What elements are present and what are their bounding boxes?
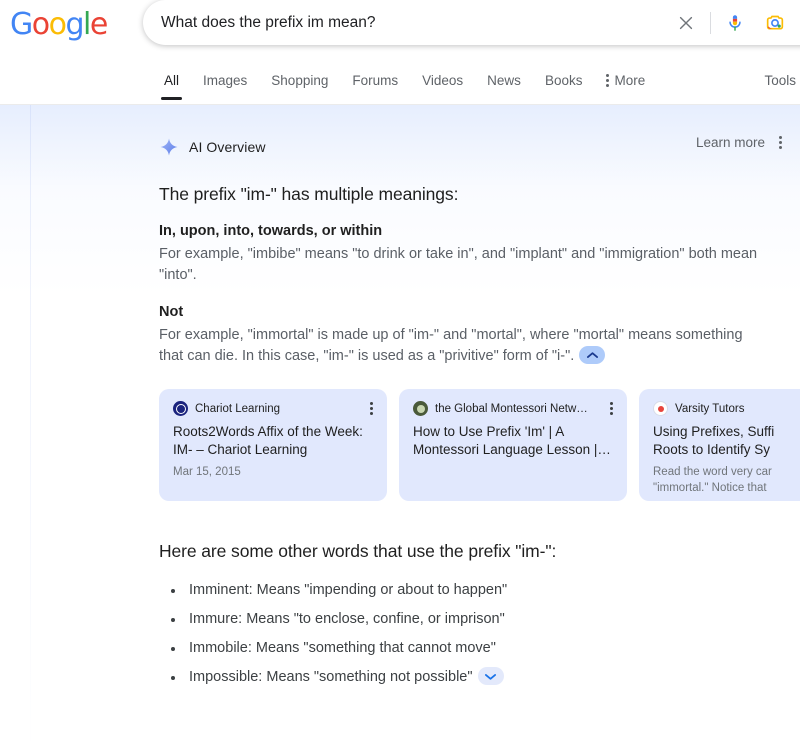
tab-label: News [487, 73, 521, 88]
ai-overview-header-actions: Learn more [696, 135, 782, 150]
list-item: Imminent: Means "impending or about to h… [159, 576, 800, 605]
tab-all[interactable]: All [160, 62, 183, 100]
more-vert-icon [606, 74, 610, 87]
source-card-site: Chariot Learning [195, 402, 281, 415]
logo-letter: o [31, 7, 50, 42]
source-card[interactable]: Chariot Learning Roots2Words Affix of th… [159, 389, 387, 501]
tab-label: Images [203, 73, 248, 88]
source-card-title: How to Use Prefix 'Im' | A Montessori La… [413, 424, 611, 457]
microphone-icon[interactable] [715, 3, 755, 43]
list-item: Immure: Means "to enclose, confine, or i… [159, 605, 800, 634]
ai-section-body-2: For example, "immortal" is made up of "i… [159, 325, 759, 367]
tab-news[interactable]: News [487, 62, 521, 99]
ai-section-body-1: For example, "imbibe" means "to drink or… [159, 246, 758, 283]
list-item-text: Immure: Means "to enclose, confine, or i… [189, 611, 505, 627]
search-input[interactable] [143, 13, 666, 32]
tab-images[interactable]: Images [203, 62, 247, 99]
source-card[interactable]: the Global Montessori Netw… How to Use P… [399, 389, 627, 501]
list-item: Impossible: Means "something not possibl… [159, 663, 800, 692]
source-card-menu-icon[interactable] [610, 402, 613, 415]
montessori-favicon [413, 401, 428, 416]
source-card-header: Varsity Tutors [653, 401, 800, 416]
tools-button[interactable]: Tools [764, 62, 796, 99]
logo-letter: G [10, 7, 33, 42]
ai-section-subhead-1: In, upon, into, towards, or within [159, 223, 383, 239]
source-card-title: Using Prefixes, Suffi Roots to Identify … [653, 423, 800, 459]
learn-more-link[interactable]: Learn more [696, 135, 765, 150]
source-card-menu-icon[interactable] [370, 402, 373, 415]
tab-shopping[interactable]: Shopping [271, 62, 328, 99]
search-bar[interactable] [143, 0, 800, 45]
collapse-chevron-up-icon[interactable] [579, 346, 606, 365]
tab-videos[interactable]: Videos [422, 62, 463, 99]
source-card-site: the Global Montessori Netw… [435, 402, 588, 415]
source-card-header: the Global Montessori Netw… [413, 401, 613, 416]
expand-chevron-down-icon[interactable] [477, 667, 504, 686]
tab-label: Shopping [271, 73, 329, 88]
list-item: Immobile: Means "something that cannot m… [159, 634, 800, 663]
google-logo[interactable]: Google [10, 7, 108, 42]
tab-label: Books [544, 73, 583, 88]
divider [710, 11, 711, 34]
tab-label: Forums [352, 73, 399, 88]
source-card-snippet-line1: Read the word very car [653, 466, 772, 478]
logo-letter: g [65, 7, 84, 42]
google-lens-icon[interactable] [755, 3, 795, 43]
source-card-title-line1: Using Prefixes, Suffi [653, 424, 775, 439]
tab-label: Videos [422, 73, 464, 88]
sparkle-icon [159, 137, 179, 157]
tab-books[interactable]: Books [545, 62, 583, 99]
page-header: Google What does the prefix im mean? All… [0, 0, 800, 105]
ai-overview-heading: The prefix "im-" has multiple meanings: [159, 184, 459, 204]
list-item-text: Imminent: Means "impending or about to h… [189, 582, 508, 598]
source-cards: Chariot Learning Roots2Words Affix of th… [159, 389, 800, 501]
source-card-snippet-line2: "immortal." Notice that [653, 482, 767, 494]
source-card[interactable]: Varsity Tutors Using Prefixes, Suffi Roo… [639, 389, 800, 501]
source-card-title: Roots2Words Affix of the Week: IM- – Cha… [173, 424, 363, 457]
chariot-favicon [173, 401, 188, 416]
clear-icon[interactable] [666, 3, 706, 43]
word-list-heading: Here are some other words that use the p… [159, 541, 557, 561]
source-card-header: Chariot Learning [173, 401, 373, 416]
tab-forums[interactable]: Forums [352, 62, 398, 99]
search-bar-actions [666, 3, 800, 43]
ai-overview-title: AI Overview [189, 139, 266, 155]
overflow-menu-icon[interactable] [779, 136, 782, 149]
ai-section-subhead-2: Not [159, 304, 184, 320]
tab-more[interactable]: More [606, 62, 645, 99]
tab-label: All [164, 73, 180, 88]
logo-letter: e [89, 7, 108, 42]
list-item-text: Immobile: Means "something that cannot m… [189, 640, 496, 656]
panel-left-rule [30, 105, 31, 741]
source-card-site: Varsity Tutors [675, 402, 745, 415]
list-item-text: Impossible: Means "something not possibl… [189, 669, 473, 685]
nav-items: All Images Shopping Forums Videos News B… [160, 62, 669, 100]
google-search-results-page: Google What does the prefix im mean? All… [0, 0, 800, 741]
logo-letter: l [83, 7, 91, 42]
source-card-title-line2: Roots to Identify Sy [653, 442, 771, 457]
ai-overview-panel: AI Overview Learn more The prefix "im-" … [0, 105, 800, 741]
tab-label: More [614, 73, 646, 88]
search-icon[interactable] [795, 3, 800, 43]
source-card-date: Mar 15, 2015 [173, 466, 241, 478]
search-nav-tabs: All Images Shopping Forums Videos News B… [0, 62, 800, 105]
word-list: Imminent: Means "impending or about to h… [159, 576, 800, 692]
logo-letter: o [48, 7, 67, 42]
varsity-favicon [653, 401, 668, 416]
ai-overview-header: AI Overview Learn more [159, 128, 800, 166]
ai-section-body-2-text: For example, "immortal" is made up of "i… [159, 327, 743, 364]
ai-overview-content: AI Overview Learn more The prefix "im-" … [159, 105, 800, 692]
